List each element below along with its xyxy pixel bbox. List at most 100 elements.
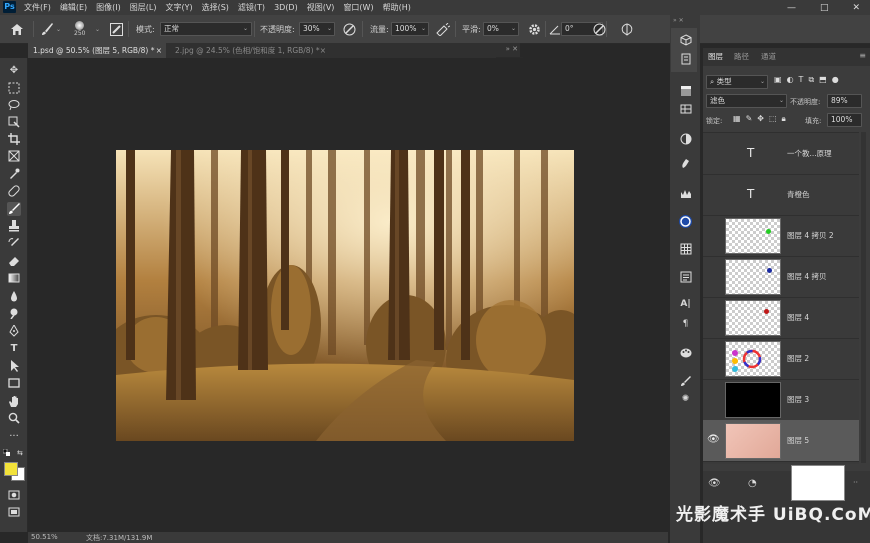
crop-tool-icon[interactable] xyxy=(7,133,21,147)
tab-layers[interactable]: 图层 xyxy=(708,48,723,66)
3d-cube-icon[interactable] xyxy=(679,34,692,47)
close-tab-icon[interactable]: × xyxy=(320,43,326,58)
history-brush-tool-icon[interactable] xyxy=(7,237,21,251)
healing-brush-tool-icon[interactable] xyxy=(7,185,21,199)
move-tool-icon[interactable]: ✥ xyxy=(7,64,21,78)
hand-tool-icon[interactable] xyxy=(7,395,21,409)
layer-row[interactable]: 图层 4 拷贝 xyxy=(703,256,859,298)
lock-pixels-icon[interactable]: ✎ xyxy=(746,114,753,124)
menu-type[interactable]: 文字(Y) xyxy=(165,2,192,13)
visibility-eye-icon[interactable]: 👁︎ xyxy=(707,434,720,445)
opacity-input[interactable]: 30% ⌄ xyxy=(299,22,335,36)
object-selection-tool-icon[interactable] xyxy=(7,116,21,130)
default-colors-icon[interactable] xyxy=(2,448,10,456)
symmetry-icon[interactable] xyxy=(620,15,634,43)
tab-channels[interactable]: 通道 xyxy=(761,48,776,66)
palette-icon[interactable] xyxy=(679,347,692,360)
layer-opacity-input[interactable]: 89% xyxy=(827,94,862,108)
sparkle-icon[interactable]: ✺ xyxy=(679,393,692,406)
eyedropper-tool-icon[interactable] xyxy=(7,168,21,182)
pressure-size-icon[interactable] xyxy=(593,15,606,43)
filter-shape-icon[interactable]: ⧉ xyxy=(808,75,814,85)
maximize-button[interactable]: □ xyxy=(820,3,829,13)
eraser-tool-icon[interactable] xyxy=(7,255,21,269)
adjustments-icon[interactable] xyxy=(679,133,692,146)
panel-menu-icon[interactable]: ≡ xyxy=(859,51,866,60)
frame-tool-icon[interactable] xyxy=(7,150,21,164)
menu-3d[interactable]: 3D(D) xyxy=(274,3,298,12)
tab-document-2[interactable]: 2.jpg @ 24.5% (色相/饱和度 1, RGB/8) * × xyxy=(170,43,330,58)
brush-settings-icon[interactable] xyxy=(679,157,692,170)
clone-stamp-tool-icon[interactable] xyxy=(7,220,21,234)
menu-file[interactable]: 文件(F) xyxy=(24,2,51,13)
lasso-tool-icon[interactable] xyxy=(7,99,21,113)
foreground-color-swatch[interactable] xyxy=(4,462,18,476)
layer-row[interactable]: 图层 2 xyxy=(703,338,859,380)
blur-tool-icon[interactable] xyxy=(7,290,21,304)
home-icon[interactable] xyxy=(10,15,24,43)
pressure-opacity-icon[interactable] xyxy=(343,15,356,43)
menu-filter[interactable]: 滤镜(T) xyxy=(238,2,265,13)
info-panel-icon[interactable] xyxy=(679,271,692,284)
more-icon[interactable]: ·· xyxy=(853,478,858,487)
smoothing-input[interactable]: 0% ⌄ xyxy=(483,22,519,36)
history-icon[interactable] xyxy=(679,53,692,66)
layer-row[interactable]: 图层 3 xyxy=(703,379,859,421)
tab-document-1[interactable]: 1.psd @ 50.5% (图层 5, RGB/8) * × xyxy=(28,43,166,58)
paragraph-panel-icon[interactable]: ¶ xyxy=(679,318,692,331)
menu-help[interactable]: 帮助(H) xyxy=(383,2,411,13)
eye-icon[interactable]: 👁︎ xyxy=(708,478,721,489)
menu-select[interactable]: 选择(S) xyxy=(202,2,229,13)
tab-paths[interactable]: 路径 xyxy=(734,48,749,66)
menu-layer[interactable]: 图层(L) xyxy=(130,2,157,13)
rectangle-tool-icon[interactable] xyxy=(7,377,21,391)
close-tab-icon[interactable]: × xyxy=(156,43,162,58)
zoom-level[interactable]: 50.51% xyxy=(31,533,58,541)
brush-preset-picker[interactable]: 250 xyxy=(74,15,85,43)
path-selection-tool-icon[interactable] xyxy=(7,360,21,374)
fill-input[interactable]: 100% xyxy=(827,113,862,127)
quick-mask-icon[interactable] xyxy=(7,489,21,503)
blend-mode-select[interactable]: 滤色 ⌄ xyxy=(706,94,787,108)
airbrush-icon[interactable] xyxy=(436,15,450,43)
layer-row[interactable]: 图层 4 拷贝 2 xyxy=(703,215,859,257)
layer-row[interactable]: T 青橙色 xyxy=(703,174,859,216)
filter-toggle-icon[interactable]: ● xyxy=(832,75,839,85)
filter-pixel-icon[interactable]: ▣ xyxy=(774,75,782,85)
type-tool-icon[interactable]: T xyxy=(7,342,21,356)
menu-view[interactable]: 视图(V) xyxy=(307,2,335,13)
swatches-icon[interactable] xyxy=(679,103,692,116)
dodge-tool-icon[interactable] xyxy=(7,307,21,321)
minimize-button[interactable]: — xyxy=(787,3,796,13)
character-panel-icon[interactable]: A| xyxy=(679,298,692,311)
color-panel-icon[interactable] xyxy=(679,85,692,98)
mode-select[interactable]: 正常 ⌄ xyxy=(160,22,252,36)
panel-collapse-icon[interactable]: » ✕ xyxy=(506,45,518,53)
dock-collapse-icon[interactable]: » ✕ xyxy=(673,17,684,24)
color-wheel-icon[interactable] xyxy=(679,215,692,228)
lock-all-icon[interactable]: 🔒︎ xyxy=(782,114,786,124)
layer-row[interactable]: T 一个教...原理 xyxy=(703,133,859,175)
gradient-tool-icon[interactable] xyxy=(7,272,21,286)
flow-input[interactable]: 100% ⌄ xyxy=(391,22,429,36)
lock-transparent-icon[interactable]: ▦ xyxy=(733,114,741,124)
lock-artboard-icon[interactable]: ⬚ xyxy=(769,114,777,124)
filter-type-icon[interactable]: T xyxy=(799,75,804,85)
mask-icon[interactable]: ◔ xyxy=(748,478,757,489)
pen-tool-icon[interactable] xyxy=(7,323,21,339)
layer-row-selected[interactable]: 👁︎ 图层 5 xyxy=(703,420,859,462)
brush-tool-icon[interactable] xyxy=(40,15,54,43)
screen-mode-icon[interactable] xyxy=(7,506,21,520)
gear-icon[interactable] xyxy=(528,15,541,43)
menu-edit[interactable]: 编辑(E) xyxy=(60,2,87,13)
forest-photo-canvas[interactable] xyxy=(116,150,574,441)
filter-adjustment-icon[interactable]: ◐ xyxy=(787,75,794,85)
brush-tip-icon[interactable] xyxy=(679,375,692,388)
more-tools-icon[interactable]: ··· xyxy=(7,430,21,444)
brush-settings-panel-icon[interactable] xyxy=(110,15,123,43)
menu-image[interactable]: 图像(I) xyxy=(96,2,121,13)
lock-position-icon[interactable]: ✥ xyxy=(757,114,764,124)
layer-filter-select[interactable]: ⌕ 类型 ⌄ xyxy=(706,75,768,89)
grid-table-icon[interactable] xyxy=(679,243,692,256)
zoom-tool-icon[interactable] xyxy=(7,412,21,426)
